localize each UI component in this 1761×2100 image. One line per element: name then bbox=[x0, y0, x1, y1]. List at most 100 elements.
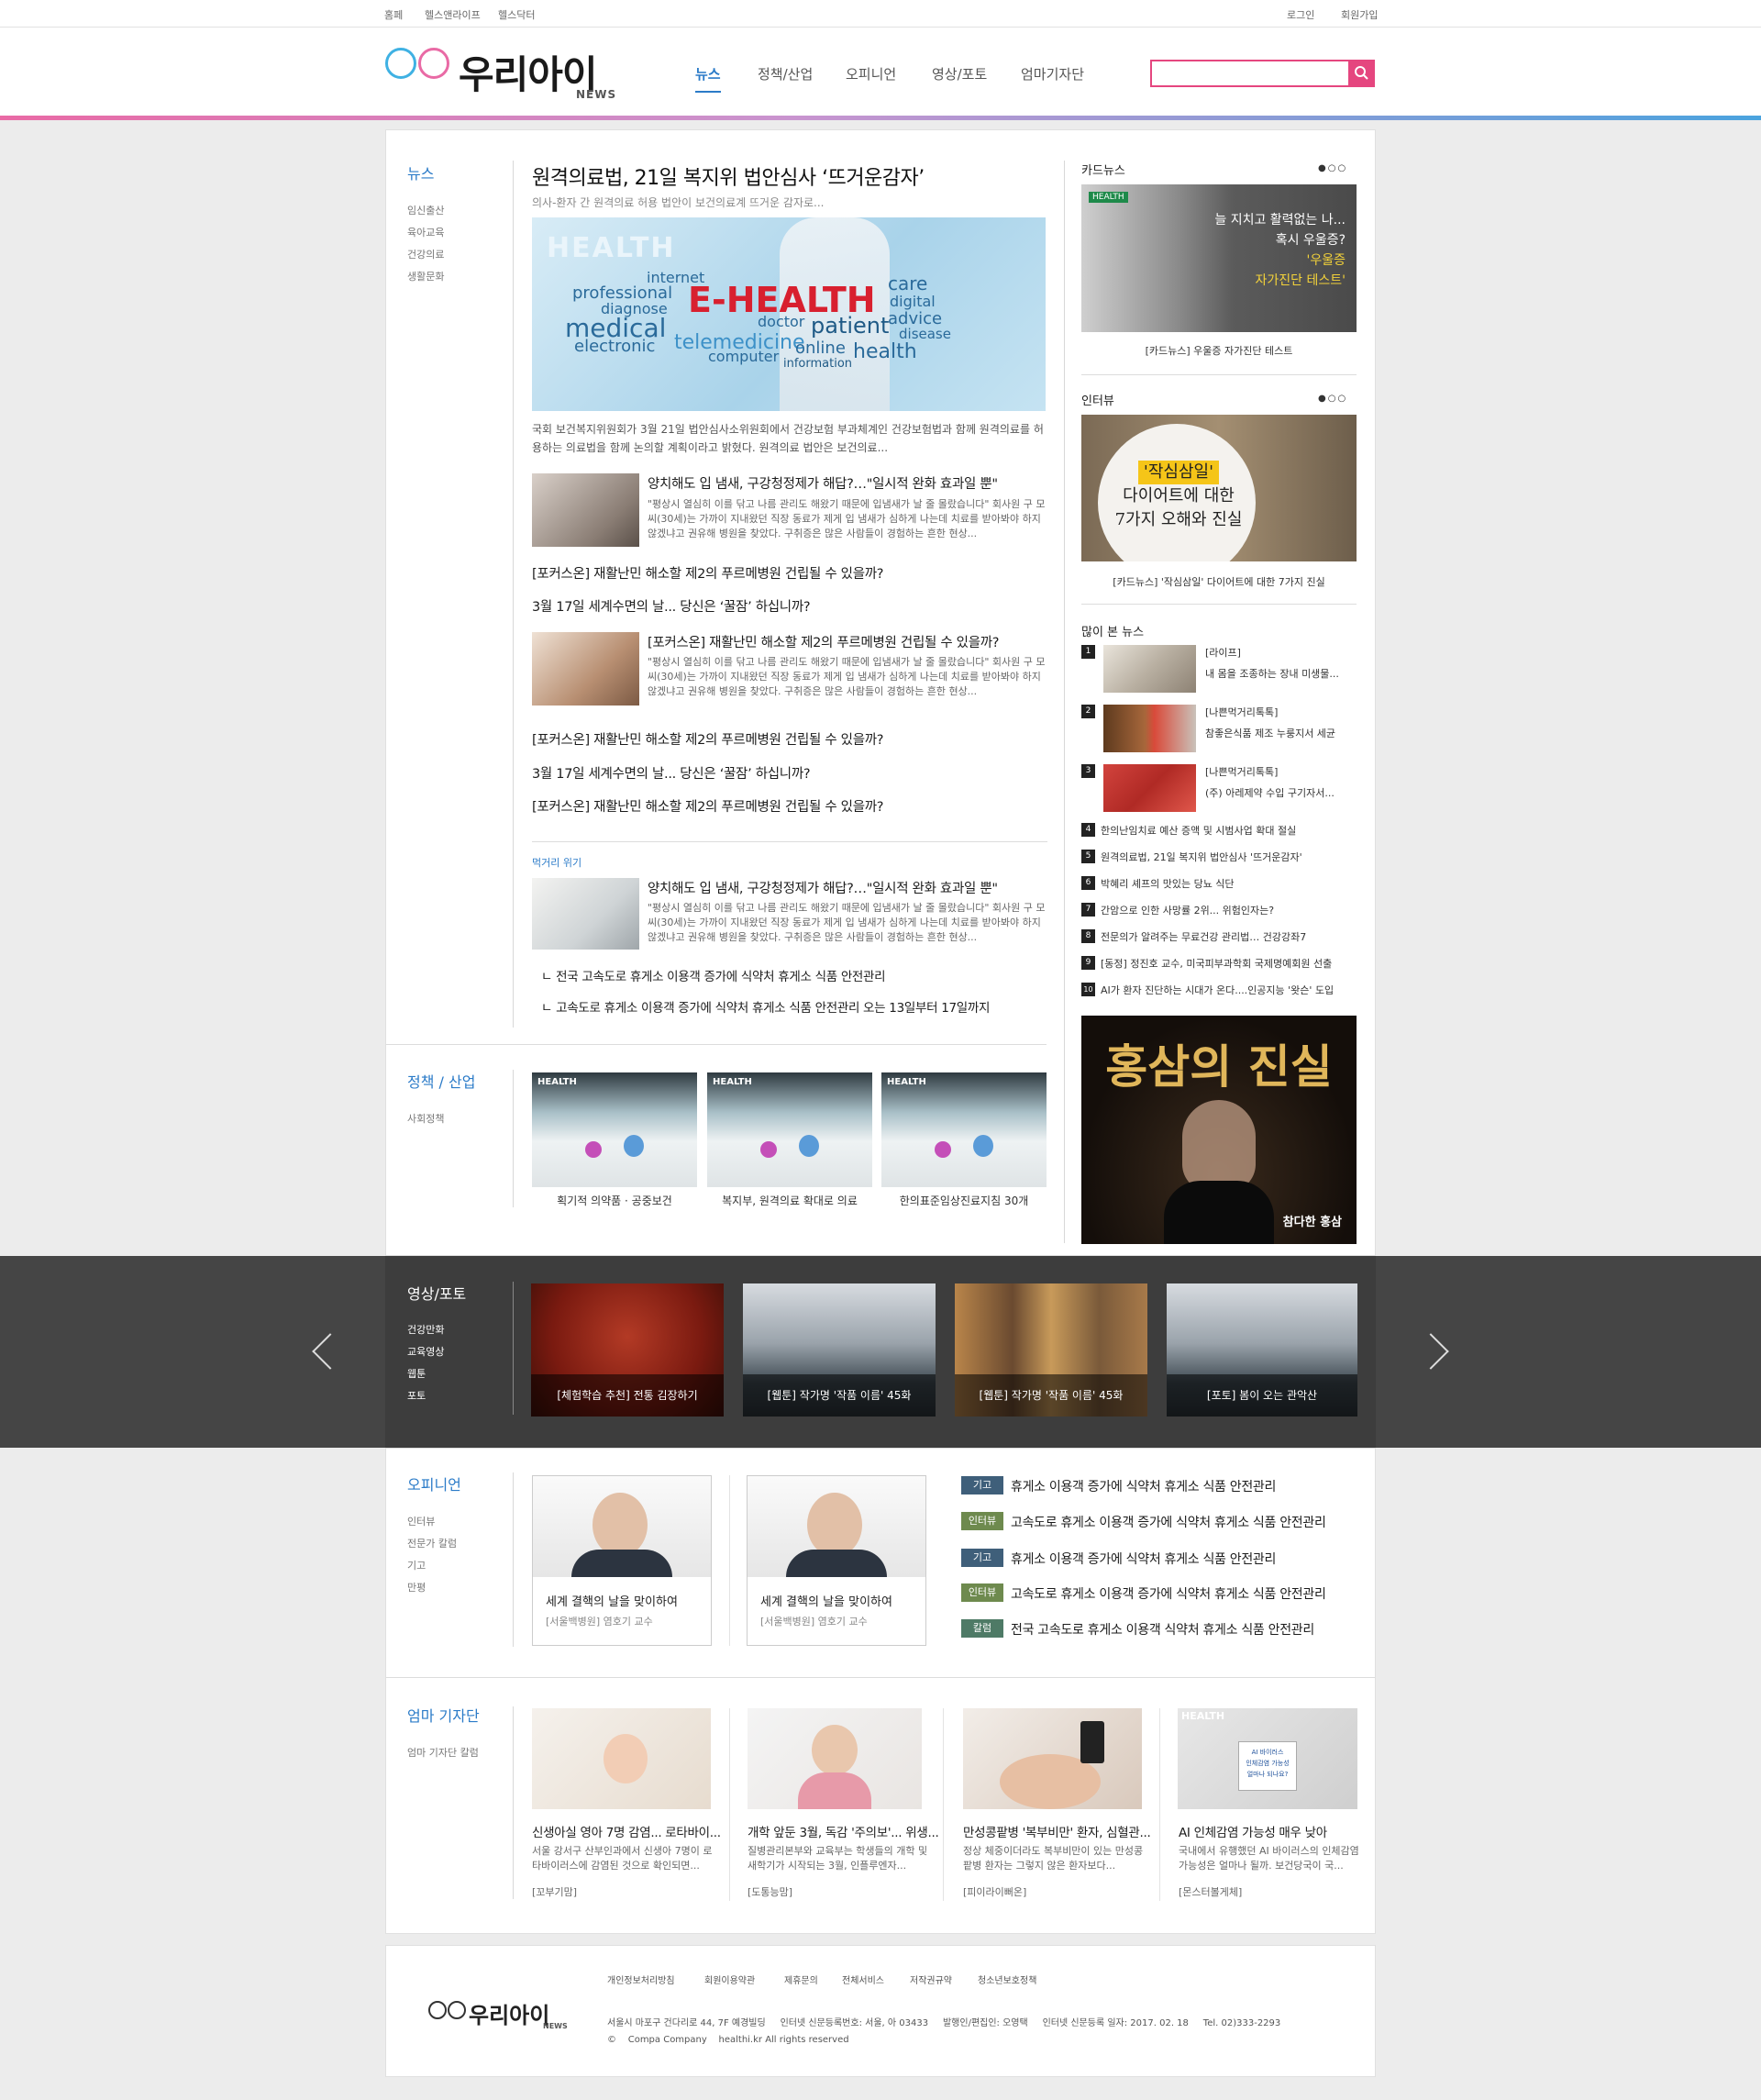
nav-opinion[interactable]: 오피니언 bbox=[846, 64, 896, 83]
nav-news[interactable]: 뉴스 bbox=[695, 64, 721, 93]
article-line-3[interactable]: [포커스온] 재활난민 해소할 제2의 푸르메병원 건립될 수 있을까? bbox=[532, 729, 884, 749]
video-thumb-4[interactable]: [포토] 봄이 오는 관악산 bbox=[1167, 1283, 1357, 1417]
related-link-2[interactable]: ㄴ 고속도로 휴게소 이용객 증가에 식약처 휴게소 식품 안전관리 오는 13… bbox=[541, 997, 990, 1016]
mom-title-2[interactable]: 개학 앞둔 3월, 독감 '주의보'... 위생... bbox=[748, 1822, 939, 1840]
opinion-link-1[interactable]: 휴게소 이용객 증가에 식약처 휴게소 식품 안전관리 bbox=[1011, 1477, 1276, 1495]
opinion-section-title[interactable]: 오피니언 bbox=[407, 1472, 461, 1494]
popular-item-6[interactable]: 박혜리 셰프의 맛있는 당뇨 식단 bbox=[1101, 876, 1235, 891]
mom-title-1[interactable]: 신생아실 영아 7명 감염... 로타바이... bbox=[532, 1822, 721, 1840]
opinion-card-1[interactable]: 세계 결핵의 날을 맞이하여 [서울백병원] 염호기 교수 bbox=[532, 1475, 712, 1646]
popular-item-9[interactable]: [동정] 정진호 교수, 미국피부과학회 국제명예회원 선출 bbox=[1101, 956, 1332, 971]
search-button[interactable] bbox=[1348, 60, 1375, 87]
video-sub-photo[interactable]: 포토 bbox=[407, 1388, 426, 1403]
opinion-link-2[interactable]: 고속도로 휴게소 이용객 증가에 식약처 휴게소 식품 안전관리 bbox=[1011, 1513, 1326, 1531]
nav-video-photo[interactable]: 영상/포토 bbox=[932, 64, 987, 83]
news-section-title[interactable]: 뉴스 bbox=[407, 161, 434, 183]
nav-mom-reporters[interactable]: 엄마기자단 bbox=[1021, 64, 1084, 83]
news-sub-life[interactable]: 생활문화 bbox=[407, 269, 444, 283]
sub-label-food[interactable]: 먹거리 위기 bbox=[532, 855, 581, 870]
bad-breath-thumb[interactable] bbox=[532, 473, 639, 547]
footer-link-terms[interactable]: 회원이용약관 bbox=[704, 1972, 755, 1986]
policy-section-title[interactable]: 정책 / 산업 bbox=[407, 1070, 475, 1092]
search-input[interactable] bbox=[1150, 60, 1375, 87]
opinion-link-3[interactable]: 휴게소 이용객 증가에 식약처 휴게소 식품 안전관리 bbox=[1011, 1550, 1276, 1568]
mom-title-3[interactable]: 만성콩팥병 '복부비만' 환자, 심혈관... bbox=[963, 1822, 1151, 1840]
card-news-title[interactable]: 카드뉴스 bbox=[1081, 161, 1125, 178]
video-section-title[interactable]: 영상/포토 bbox=[407, 1282, 466, 1304]
video-thumb-3[interactable]: [웹툰] 작가명 '작품 이름' 45화 bbox=[955, 1283, 1147, 1417]
mom-sub-column[interactable]: 엄마 기자단 칼럼 bbox=[407, 1745, 479, 1760]
mom-thumb-3[interactable] bbox=[963, 1708, 1142, 1809]
mom-title-4[interactable]: AI 인체감염 가능성 매우 낮아 bbox=[1179, 1822, 1327, 1840]
card-news-image[interactable]: HEALTH 늘 지치고 활력없는 나... 혹시 우울증? '우울증 자가진단 테스… bbox=[1081, 184, 1357, 332]
mom-thumb-2[interactable] bbox=[748, 1708, 922, 1809]
article-line-5[interactable]: [포커스온] 재활난민 해소할 제2의 푸르메병원 건립될 수 있을까? bbox=[532, 796, 884, 816]
opinion-card-2[interactable]: 세계 결핵의 날을 맞이하여 [서울백병원] 염호기 교수 bbox=[747, 1475, 926, 1646]
popular-item-4[interactable]: 한의난임치료 예산 증액 및 시범사업 확대 절실 bbox=[1101, 823, 1296, 838]
red-ginseng-ad[interactable]: 홍삼의 진실 참다한 홍삼 bbox=[1081, 1016, 1357, 1244]
opinion-sub-cartoon[interactable]: 만평 bbox=[407, 1580, 426, 1594]
policy-caption-2[interactable]: 복지부, 원격의료 확대로 의료 bbox=[707, 1193, 872, 1208]
video-sub-edu[interactable]: 교육영상 bbox=[407, 1344, 444, 1359]
opinion-sub-column[interactable]: 전문가 칼럼 bbox=[407, 1536, 457, 1550]
login-link[interactable]: 로그인 bbox=[1287, 7, 1314, 22]
news-sub-birth[interactable]: 임신출산 bbox=[407, 203, 444, 217]
popular-item-7[interactable]: 간암으로 인한 사망률 2위... 위험인자는? bbox=[1101, 903, 1274, 917]
interview-caption[interactable]: [카드뉴스] '작심삼일' 다이어트에 대한 7가지 진실 bbox=[1081, 574, 1357, 589]
popular-item-3[interactable]: (주) 아레제약 수입 구기자서... bbox=[1205, 785, 1335, 800]
video-sub-webtoon[interactable]: 웹툰 bbox=[407, 1366, 426, 1381]
news-sub-medical[interactable]: 건강의료 bbox=[407, 247, 444, 261]
opinion-sub-interview[interactable]: 인터뷰 bbox=[407, 1514, 435, 1528]
opinion-link-5[interactable]: 전국 고속도로 휴게소 이용객 식약처 휴게소 식품 안전관리 bbox=[1011, 1620, 1314, 1639]
mom-thumb-1[interactable] bbox=[532, 1708, 711, 1809]
policy-caption-3[interactable]: 한의표준임상진료지침 30개 bbox=[881, 1193, 1047, 1208]
nav-policy[interactable]: 정책/산업 bbox=[758, 64, 813, 83]
article-title-1[interactable]: 양치해도 입 냄새, 구강청정제가 해답?…"일시적 완화 효과일 뿐" bbox=[648, 473, 998, 493]
popular-item-2[interactable]: 참좋은식품 제조 누룽지서 세균 bbox=[1205, 726, 1335, 740]
news-sub-edu[interactable]: 육아교육 bbox=[407, 225, 444, 239]
opinion-sub-contrib[interactable]: 기고 bbox=[407, 1558, 426, 1572]
top-link-home[interactable]: 홈페 bbox=[384, 7, 403, 22]
policy-thumb-1[interactable]: HEALTH bbox=[532, 1072, 697, 1187]
interview-image[interactable]: '작심삼일' 다이어트에 대한 7가지 오해와 진실 bbox=[1081, 415, 1357, 561]
article-title-2[interactable]: [포커스온] 재활난민 해소할 제2의 푸르메병원 건립될 수 있을까? bbox=[648, 632, 1000, 651]
popular-item-1[interactable]: 내 몸을 조종하는 장내 미생물... bbox=[1205, 666, 1339, 681]
popular-thumb-3[interactable] bbox=[1103, 764, 1196, 812]
popular-item-8[interactable]: 전문의가 알려주는 무료건강 관리법… 건강강좌7 bbox=[1101, 929, 1306, 944]
policy-sub-social[interactable]: 사회정책 bbox=[407, 1111, 444, 1126]
mom-thumb-4[interactable]: HEALTH AI 바이러스 인체감염 가능성 얼마나 되나요? bbox=[1178, 1708, 1357, 1809]
mom-section-title[interactable]: 엄마 기자단 bbox=[407, 1704, 480, 1726]
footer-link-partner[interactable]: 제휴문의 bbox=[784, 1972, 818, 1986]
video-thumb-1[interactable]: [체험학습 추천] 전통 김장하기 bbox=[531, 1283, 724, 1417]
card-news-pager[interactable]: ●○○ bbox=[1318, 163, 1347, 173]
popular-item-5[interactable]: 원격의료법, 21일 복지위 법안심사 '뜨거운감자' bbox=[1101, 850, 1302, 864]
article-title-3[interactable]: 양치해도 입 냄새, 구강청정제가 해답?…"일시적 완화 효과일 뿐" bbox=[648, 878, 998, 897]
footer-link-copyright[interactable]: 저작권규약 bbox=[910, 1972, 952, 1986]
e-health-hero-image[interactable]: HEALTH E-HEALTH internet professional di… bbox=[532, 217, 1046, 411]
card-news-caption[interactable]: [카드뉴스] 우울증 자가진단 테스트 bbox=[1081, 343, 1357, 358]
policy-thumb-3[interactable]: HEALTH bbox=[881, 1072, 1047, 1187]
sleep-thumb[interactable] bbox=[532, 878, 639, 950]
popular-item-10[interactable]: AI가 환자 진단하는 시대가 온다....인공지능 '왓슨' 도입 bbox=[1101, 983, 1334, 997]
popular-thumb-1[interactable] bbox=[1103, 645, 1196, 693]
video-sub-comic[interactable]: 건강만화 bbox=[407, 1322, 444, 1337]
footer-link-services[interactable]: 전체서비스 bbox=[842, 1972, 884, 1986]
video-thumb-2[interactable]: [웹툰] 작가명 '작품 이름' 45화 bbox=[743, 1283, 936, 1417]
opinion-link-4[interactable]: 고속도로 휴게소 이용객 증가에 식약처 휴게소 식품 안전관리 bbox=[1011, 1584, 1326, 1603]
pill-thumb[interactable] bbox=[532, 632, 639, 706]
interview-pager[interactable]: ●○○ bbox=[1318, 394, 1347, 404]
main-headline[interactable]: 원격의료법, 21일 복지위 법안심사 ‘뜨거운감자’ bbox=[532, 161, 925, 191]
interview-title[interactable]: 인터뷰 bbox=[1081, 391, 1114, 408]
top-link-health-doctor[interactable]: 헬스닥터 bbox=[498, 7, 535, 22]
signup-link[interactable]: 회원가입 bbox=[1341, 7, 1378, 22]
policy-thumb-2[interactable]: HEALTH bbox=[707, 1072, 872, 1187]
article-line-2[interactable]: 3월 17일 세계수면의 날... 당신은 ‘꿀잠’ 하십니까? bbox=[532, 596, 811, 616]
footer-link-youth[interactable]: 청소년보호정책 bbox=[978, 1972, 1036, 1986]
article-line-1[interactable]: [포커스온] 재활난민 해소할 제2의 푸르메병원 건립될 수 있을까? bbox=[532, 563, 884, 583]
policy-caption-1[interactable]: 획기적 의약품 · 공중보건 bbox=[532, 1193, 697, 1208]
footer-link-privacy[interactable]: 개인정보처리방침 bbox=[607, 1972, 675, 1986]
article-line-4[interactable]: 3월 17일 세계수면의 날... 당신은 ‘꿀잠’ 하십니까? bbox=[532, 763, 811, 783]
related-link-1[interactable]: ㄴ 전국 고속도로 휴게소 이용객 증가에 식약처 휴게소 식품 안전관리 bbox=[541, 966, 886, 984]
top-link-health-life[interactable]: 헬스앤라이프 bbox=[425, 7, 481, 22]
popular-thumb-2[interactable] bbox=[1103, 705, 1196, 752]
